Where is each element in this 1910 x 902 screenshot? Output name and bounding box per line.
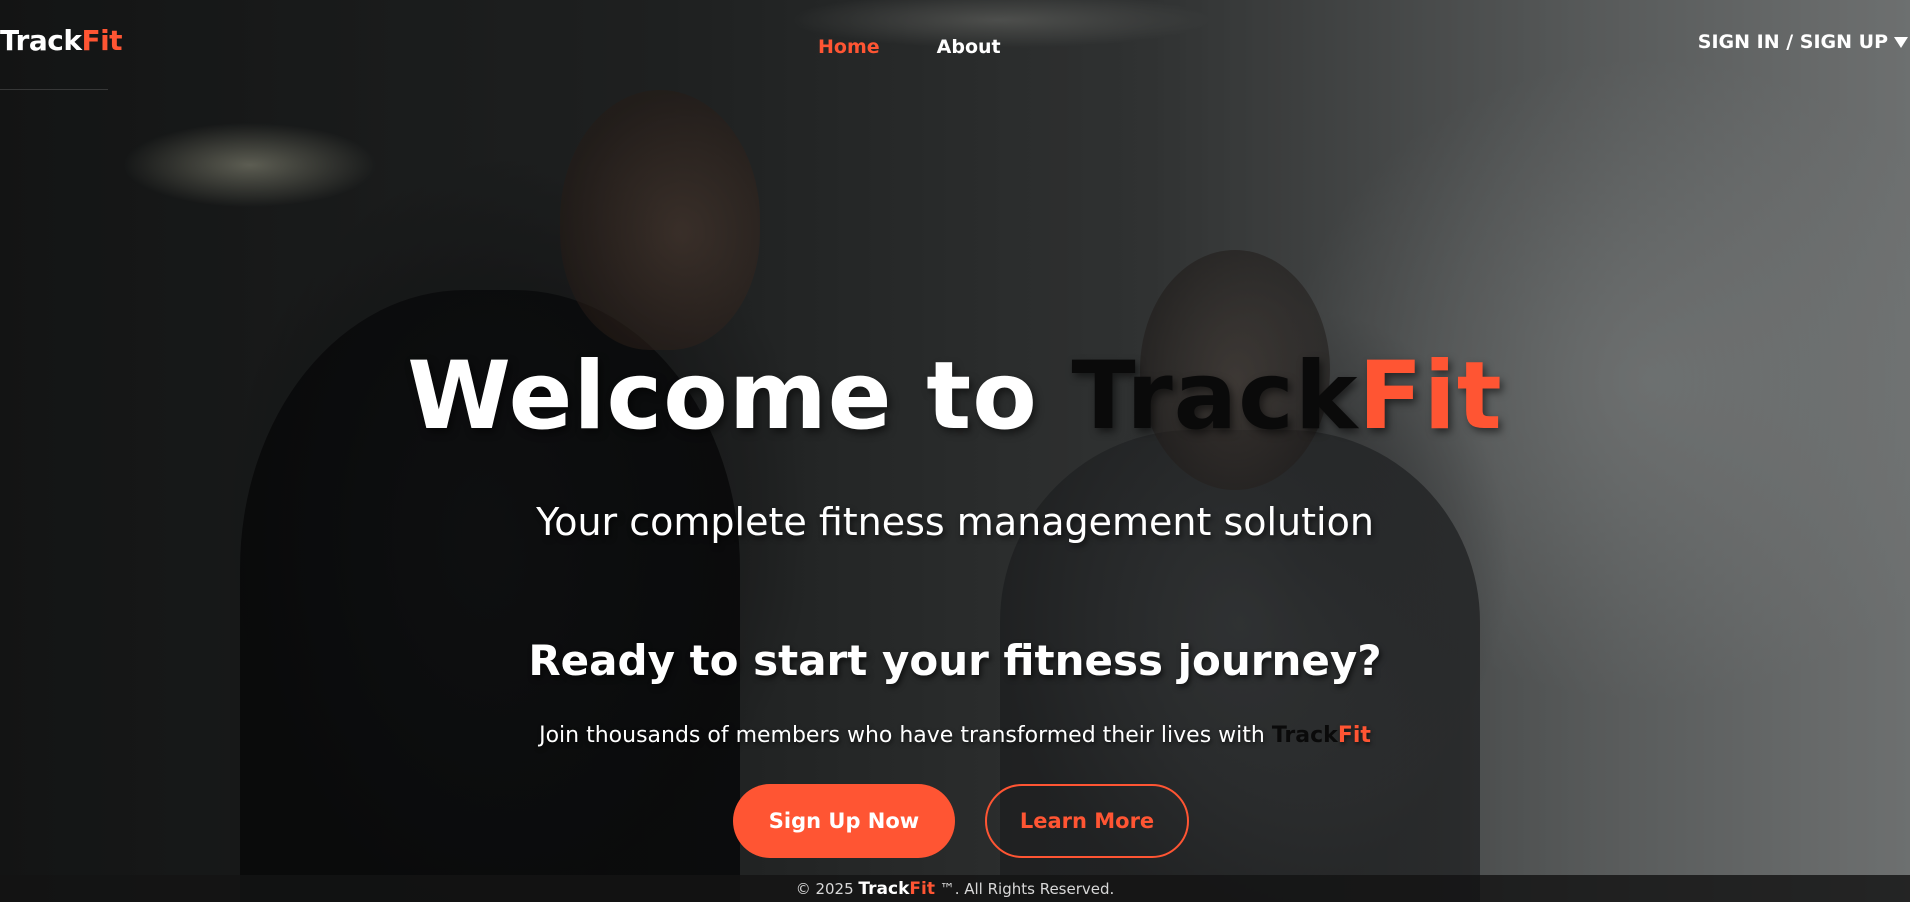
footer-brand-track: Track [858, 879, 910, 899]
hero-section: Welcome to TrackFit Your complete fitnes… [0, 0, 1910, 880]
hero-brand-track: Track [1071, 342, 1359, 451]
footer: © 2025 TrackFit ™. All Rights Reserved. [0, 875, 1910, 902]
hero-title-prefix: Welcome to [407, 342, 1072, 451]
hero-brand-fit: Fit [1358, 342, 1503, 451]
footer-copyright-prefix: © 2025 [795, 880, 859, 898]
landing-page: TrackFit Home About SIGN IN / SIGN UP We… [0, 0, 1910, 902]
cta-brand-fit: Fit [1337, 723, 1371, 748]
sign-up-now-button[interactable]: Sign Up Now [733, 784, 955, 858]
cta-text: Join thousands of members who have trans… [0, 723, 1910, 748]
cta-text-body: Join thousands of members who have trans… [539, 723, 1272, 748]
footer-copyright-suffix: ™. All Rights Reserved. [934, 880, 1115, 898]
learn-more-button[interactable]: Learn More [985, 784, 1189, 858]
cta-buttons: Sign Up Now Learn More [0, 784, 1910, 858]
cta-heading: Ready to start your fitness journey? [528, 636, 1382, 685]
cta-brand-track: Track [1271, 723, 1338, 748]
hero-subtitle: Your complete fitness management solutio… [536, 500, 1374, 544]
footer-brand-fit: Fit [909, 879, 935, 899]
hero-title: Welcome to TrackFit [0, 350, 1910, 444]
